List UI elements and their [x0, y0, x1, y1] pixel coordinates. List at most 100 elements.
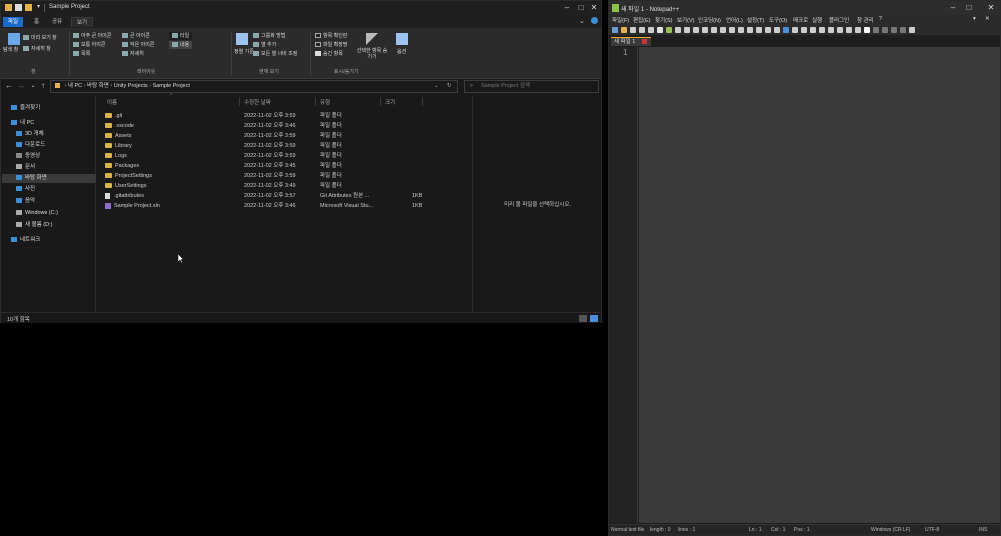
- toolbar-button-icon[interactable]: [675, 27, 681, 33]
- nav-item-network[interactable]: 네트워크: [11, 236, 105, 245]
- menu-edit[interactable]: 편집(E): [633, 16, 650, 24]
- breadcrumb-this-pc[interactable]: 내 PC: [68, 83, 82, 89]
- breadcrumb-unity-projects[interactable]: Unity Projects: [114, 83, 148, 89]
- toolbar-button-icon[interactable]: [666, 27, 672, 33]
- status-encoding[interactable]: UTF-8: [925, 527, 939, 533]
- forward-arrow-icon[interactable]: →: [16, 81, 26, 91]
- status-insert-mode[interactable]: INS: [979, 527, 987, 533]
- column-header-type[interactable]: 유형: [320, 98, 330, 106]
- minimize-icon[interactable]: –: [561, 2, 573, 14]
- file-row[interactable]: .git 2022-11-02 오후 3:59 파일 폴더: [97, 111, 471, 121]
- layout-extra-large-icons[interactable]: 아주 큰 아이콘: [73, 32, 111, 40]
- recent-dropdown-icon[interactable]: ⌄: [28, 81, 38, 91]
- column-divider[interactable]: [380, 97, 381, 106]
- toolbar-button-icon[interactable]: [711, 27, 717, 33]
- layout-content[interactable]: 내용: [169, 41, 193, 49]
- file-extensions-toggle[interactable]: 파일 확장명: [315, 41, 347, 49]
- file-row[interactable]: Assets 2022-11-02 오후 3:59 파일 폴더: [97, 131, 471, 141]
- toolbar-button-icon[interactable]: [747, 27, 753, 33]
- refresh-icon[interactable]: ↻: [447, 81, 452, 92]
- hide-selected-button[interactable]: 선택한 항목 숨기기: [356, 48, 388, 62]
- menu-help[interactable]: ?: [879, 16, 882, 22]
- menu-run[interactable]: 실행: [812, 16, 822, 24]
- toolbar-button-icon[interactable]: [837, 27, 843, 33]
- file-row[interactable]: UserSettings 2022-11-02 오후 3:49 파일 폴더: [97, 181, 471, 191]
- toolbar-button-icon[interactable]: [846, 27, 852, 33]
- nav-item-this-pc[interactable]: 내 PC: [11, 119, 105, 128]
- breadcrumb-sample-project[interactable]: Sample Project: [153, 83, 190, 89]
- toolbar-button-icon[interactable]: [783, 27, 789, 33]
- file-row[interactable]: Logs 2022-11-02 오후 3:59 파일 폴더: [97, 151, 471, 161]
- toolbar-button-icon[interactable]: [684, 27, 690, 33]
- file-row[interactable]: Sample Project.sln 2022-11-02 오후 3:46 Micr…: [97, 201, 471, 211]
- file-row[interactable]: Library 2022-11-02 오후 3:59 파일 폴더: [97, 141, 471, 151]
- sort-by-icon[interactable]: [236, 33, 248, 45]
- layout-tiles[interactable]: 타일: [169, 32, 193, 40]
- up-arrow-icon[interactable]: ↑: [38, 81, 48, 91]
- toolbar-button-icon[interactable]: [657, 27, 663, 33]
- close-tab-icon[interactable]: ✕: [985, 16, 990, 22]
- nav-item-documents[interactable]: 문서: [16, 163, 110, 172]
- toolbar-button-icon[interactable]: [864, 27, 870, 33]
- toolbar-button-icon[interactable]: [738, 27, 744, 33]
- toolbar-button-icon[interactable]: [801, 27, 807, 33]
- menu-file[interactable]: 파일(F): [612, 16, 629, 24]
- close-tab-icon[interactable]: [642, 39, 647, 44]
- nav-item-videos[interactable]: 동영상: [16, 152, 110, 161]
- new-folder-icon[interactable]: [25, 4, 32, 11]
- toolbar-button-icon[interactable]: [828, 27, 834, 33]
- properties-icon[interactable]: [15, 4, 22, 11]
- column-divider[interactable]: [315, 97, 316, 106]
- tab-share[interactable]: 공유: [47, 17, 67, 27]
- nav-pane-icon[interactable]: [8, 33, 20, 45]
- nav-item-favorites[interactable]: 즐겨찾기: [11, 104, 105, 113]
- nav-pane-button[interactable]: 탐색 창: [3, 47, 23, 61]
- tab-list-arrow-icon[interactable]: ▾: [973, 16, 976, 22]
- maximize-icon[interactable]: □: [963, 2, 975, 14]
- toolbar-button-icon[interactable]: [630, 27, 636, 33]
- nav-item-drive-c[interactable]: Windows (C:): [16, 209, 110, 218]
- toolbar-button-icon[interactable]: [900, 27, 906, 33]
- toolbar-button-icon[interactable]: [882, 27, 888, 33]
- column-divider[interactable]: [422, 97, 423, 106]
- details-view-icon[interactable]: [579, 315, 587, 322]
- notepad-title-bar[interactable]: 새 파일 1 - Notepad++ – □ ✕: [609, 1, 1000, 15]
- toolbar-button-icon[interactable]: [693, 27, 699, 33]
- column-header-name[interactable]: 이름: [107, 98, 117, 106]
- toolbar-button-icon[interactable]: [909, 27, 915, 33]
- tab-file[interactable]: 파일: [3, 17, 24, 27]
- toolbar-button-icon[interactable]: [729, 27, 735, 33]
- large-icons-view-icon[interactable]: [590, 315, 598, 322]
- close-icon[interactable]: ✕: [985, 2, 997, 14]
- layout-details[interactable]: 자세히: [122, 50, 144, 58]
- tab-new-file-1[interactable]: 새 파일 1: [611, 37, 651, 46]
- toolbar-button-icon[interactable]: [810, 27, 816, 33]
- column-header-date[interactable]: 수정한 날짜: [244, 98, 271, 106]
- toolbar-button-icon[interactable]: [648, 27, 654, 33]
- nav-item-desktop[interactable]: 바탕 화면: [2, 174, 96, 183]
- toolbar-button-icon[interactable]: [873, 27, 879, 33]
- tab-home[interactable]: 홈: [29, 17, 44, 27]
- toolbar-button-icon[interactable]: [639, 27, 645, 33]
- file-row[interactable]: ProjectSettings 2022-11-02 오후 3:59 파일 폴더: [97, 171, 471, 181]
- minimize-icon[interactable]: –: [947, 2, 959, 14]
- menu-search[interactable]: 찾기(S): [655, 16, 672, 24]
- nav-item-drive-d[interactable]: 새 볼륨 (D:): [16, 221, 110, 230]
- layout-list[interactable]: 목록: [73, 50, 90, 58]
- menu-macro[interactable]: 매크로: [793, 16, 808, 24]
- file-row[interactable]: .vscode 2022-11-02 오후 3:46 파일 폴더: [97, 121, 471, 131]
- status-eol[interactable]: Windows (CR LF): [871, 527, 910, 533]
- hide-selected-icon[interactable]: [366, 33, 378, 45]
- layout-large-icons[interactable]: 큰 아이콘: [122, 32, 150, 40]
- toolbar-button-icon[interactable]: [702, 27, 708, 33]
- ribbon-expand-icon[interactable]: ⌄: [579, 17, 585, 25]
- add-columns-button[interactable]: 열 추가: [253, 41, 276, 49]
- menu-window[interactable]: 창 관리: [857, 16, 874, 24]
- options-button[interactable]: 옵션: [397, 48, 406, 56]
- editor-text-area[interactable]: [639, 47, 1000, 523]
- hidden-items-toggle[interactable]: 숨긴 항목: [315, 50, 343, 58]
- chevron-right-icon[interactable]: ›: [65, 83, 67, 89]
- fit-columns-button[interactable]: 모든 열 너비 조정: [253, 50, 297, 58]
- menu-tools[interactable]: 도구(O): [769, 16, 787, 24]
- nav-item-3d-objects[interactable]: 3D 개체: [16, 130, 110, 139]
